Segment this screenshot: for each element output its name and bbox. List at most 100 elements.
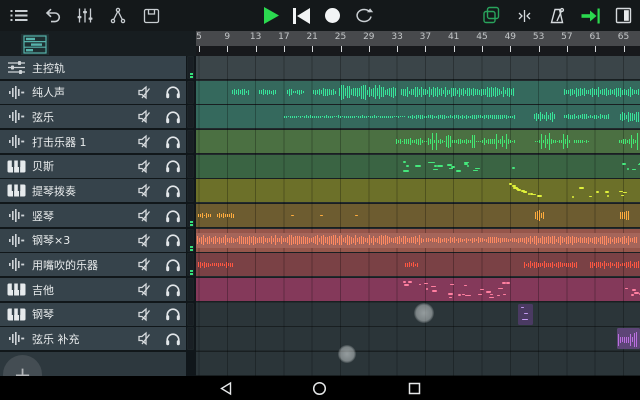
mute-button[interactable] (132, 282, 159, 297)
mixer-icon[interactable] (74, 4, 96, 28)
solo-headphones-button[interactable] (159, 332, 186, 346)
track-name: 竖琴 (32, 208, 132, 224)
track-lane[interactable] (196, 105, 640, 128)
track-level-meter (187, 130, 194, 153)
track-level-meter (187, 327, 194, 350)
waveform-segment (401, 81, 516, 104)
track-row[interactable]: 纯人声 (0, 81, 186, 104)
pattern-clip[interactable] (518, 304, 533, 325)
undo-icon[interactable] (41, 4, 63, 28)
track-level-meter (187, 155, 194, 178)
track-row[interactable]: 钢琴 (0, 303, 186, 326)
mute-button[interactable] (132, 331, 159, 346)
home-button[interactable] (311, 380, 327, 396)
track-lane[interactable] (196, 253, 640, 276)
tracks-view-button[interactable] (21, 34, 49, 55)
track-row[interactable]: 打击乐器 1 (0, 130, 186, 153)
track-lane[interactable] (196, 179, 640, 202)
track-row[interactable]: 主控轨 (0, 56, 186, 79)
solo-headphones-button[interactable] (159, 233, 186, 247)
mute-button[interactable] (132, 307, 159, 322)
track-lane[interactable] (196, 155, 640, 178)
solo-headphones-button[interactable] (159, 110, 186, 124)
track-row[interactable]: 弦乐 补充 (0, 327, 186, 350)
track-row[interactable]: 吉他 (0, 278, 186, 301)
timeline-lanes[interactable] (196, 56, 640, 376)
solo-headphones-button[interactable] (159, 283, 186, 297)
midi-note (625, 288, 629, 290)
track-lane[interactable] (196, 229, 640, 252)
solo-headphones-button[interactable] (159, 307, 186, 321)
meter-strip (186, 56, 196, 376)
mute-button[interactable] (132, 208, 159, 223)
mute-button[interactable] (132, 159, 159, 174)
record-button[interactable] (321, 4, 343, 28)
menu-icon[interactable] (8, 4, 30, 28)
ruler-bar-number: 29 (363, 32, 374, 42)
solo-headphones-button[interactable] (159, 258, 186, 272)
timeline-tick-strip (196, 46, 640, 56)
track-level-meter (187, 303, 194, 326)
midi-note (589, 196, 592, 198)
waveform-segment (259, 81, 277, 104)
save-icon[interactable] (140, 4, 162, 28)
track-list: 主控轨纯人声弦乐打击乐器 1贝斯提琴拨奏竖琴钢琴×3 用嘴吹的乐器吉他钢琴弦乐 补… (0, 56, 186, 376)
play-button[interactable] (259, 4, 281, 28)
meter-peak-dot (190, 270, 193, 272)
solo-headphones-button[interactable] (159, 85, 186, 99)
song-structure-icon[interactable] (107, 4, 129, 28)
mute-button[interactable] (132, 183, 159, 198)
mute-button[interactable] (132, 109, 159, 124)
pattern-clip[interactable] (617, 328, 640, 349)
track-name: 钢琴×3 (32, 232, 132, 248)
solo-headphones-button[interactable] (159, 209, 186, 223)
loop-button[interactable] (352, 4, 374, 28)
sub-toolbar (0, 31, 196, 56)
midi-note (537, 195, 542, 197)
track-row[interactable]: 竖琴 (0, 204, 186, 227)
piano-track-icon (0, 283, 32, 296)
solo-headphones-button[interactable] (159, 184, 186, 198)
ruler-tick (341, 46, 342, 52)
track-lane[interactable] (196, 56, 640, 79)
midi-note (437, 165, 442, 167)
midi-note (447, 164, 452, 166)
timeline-ruler[interactable]: 591317212529333741454953576165 (196, 31, 640, 46)
skip-to-start-button[interactable] (290, 4, 312, 28)
track-lane[interactable] (196, 81, 640, 104)
wave-track-icon (0, 257, 32, 272)
back-button[interactable] (218, 380, 234, 396)
mute-button[interactable] (132, 134, 159, 149)
waveform-dot (291, 215, 294, 217)
track-row[interactable]: 弦乐 (0, 105, 186, 128)
track-row[interactable]: 提琴拨奏 (0, 179, 186, 202)
track-level-meter (187, 105, 194, 128)
mute-button[interactable] (132, 233, 159, 248)
midi-note (478, 294, 482, 296)
track-lane[interactable] (196, 327, 640, 350)
piano-track-icon (0, 160, 32, 173)
ruler-bar-number: 33 (391, 32, 402, 42)
ruler-bar-number: 61 (589, 32, 600, 42)
track-row[interactable]: 钢琴×3 (0, 229, 186, 252)
snap-icon[interactable] (513, 4, 535, 28)
track-row[interactable]: 用嘴吹的乐器 (0, 253, 186, 276)
side-panel-toggle[interactable] (612, 4, 634, 28)
mute-button[interactable] (132, 85, 159, 100)
solo-headphones-button[interactable] (159, 159, 186, 173)
track-lane[interactable] (196, 130, 640, 153)
midi-note (506, 282, 510, 284)
midi-note (403, 281, 406, 283)
solo-headphones-button[interactable] (159, 135, 186, 149)
follow-playhead-toggle[interactable] (579, 4, 601, 28)
ruler-tick (369, 46, 370, 52)
track-row[interactable]: 贝斯 (0, 155, 186, 178)
midi-note (532, 194, 536, 196)
duplicate-toggle[interactable] (480, 4, 502, 28)
mute-button[interactable] (132, 257, 159, 272)
recents-button[interactable] (406, 380, 422, 396)
midi-note (631, 294, 633, 296)
track-lane[interactable] (196, 204, 640, 227)
metronome-icon[interactable] (546, 4, 568, 28)
track-lane[interactable] (196, 278, 640, 301)
